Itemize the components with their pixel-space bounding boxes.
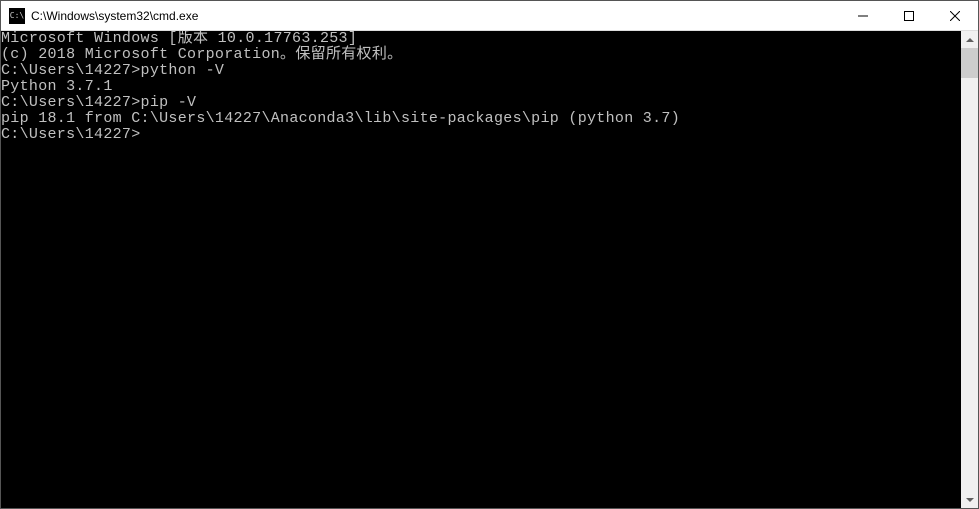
cmd-icon-text: C:\ xyxy=(10,11,24,20)
maximize-button[interactable] xyxy=(886,1,932,30)
terminal-line: C:\Users\14227>pip -V xyxy=(1,95,961,111)
scroll-down-button[interactable] xyxy=(961,491,978,508)
terminal-line: C:\Users\14227> xyxy=(1,127,961,143)
window-title: C:\Windows\system32\cmd.exe xyxy=(31,9,840,23)
close-icon xyxy=(950,11,960,21)
terminal-line: Python 3.7.1 xyxy=(1,79,961,95)
scrollbar[interactable] xyxy=(961,31,978,508)
minimize-button[interactable] xyxy=(840,1,886,30)
terminal-line: C:\Users\14227>python -V xyxy=(1,63,961,79)
chevron-down-icon xyxy=(966,498,974,502)
window-controls xyxy=(840,1,978,30)
terminal[interactable]: Microsoft Windows [版本 10.0.17763.253](c)… xyxy=(1,31,961,508)
terminal-line: (c) 2018 Microsoft Corporation。保留所有权利。 xyxy=(1,47,961,63)
cmd-icon: C:\ xyxy=(9,8,25,24)
titlebar: C:\ C:\Windows\system32\cmd.exe xyxy=(1,1,978,31)
maximize-icon xyxy=(904,11,914,21)
scroll-thumb[interactable] xyxy=(961,48,978,78)
minimize-icon xyxy=(858,11,868,21)
scroll-up-button[interactable] xyxy=(961,31,978,48)
close-button[interactable] xyxy=(932,1,978,30)
terminal-container: Microsoft Windows [版本 10.0.17763.253](c)… xyxy=(1,31,978,508)
terminal-line: pip 18.1 from C:\Users\14227\Anaconda3\l… xyxy=(1,111,961,127)
terminal-line: Microsoft Windows [版本 10.0.17763.253] xyxy=(1,31,961,47)
chevron-up-icon xyxy=(966,38,974,42)
